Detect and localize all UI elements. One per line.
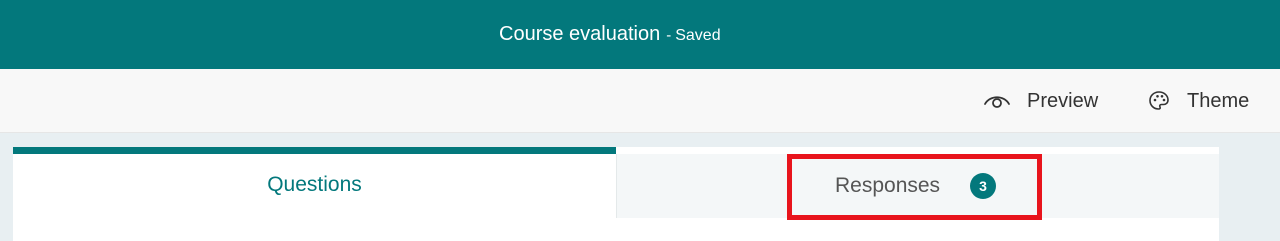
tab-responses-content: Responses 3 bbox=[835, 154, 997, 218]
tab-bar: Questions Responses 3 bbox=[13, 147, 1219, 241]
top-bar: Course evaluation - Saved bbox=[0, 0, 1280, 69]
tab-responses-label: Responses bbox=[835, 174, 941, 197]
eye-icon bbox=[983, 93, 1011, 109]
tab-questions[interactable]: Questions bbox=[13, 147, 616, 218]
theme-label: Theme bbox=[1187, 89, 1250, 112]
save-status: Saved bbox=[675, 27, 721, 44]
preview-button[interactable]: Preview bbox=[983, 69, 1098, 133]
preview-label: Preview bbox=[1027, 89, 1099, 112]
form-title-group: Course evaluation - Saved bbox=[499, 22, 721, 46]
theme-button[interactable]: Theme bbox=[1147, 69, 1249, 133]
tab-questions-label: Questions bbox=[267, 173, 362, 196]
toolbar: Preview Theme bbox=[0, 69, 1280, 133]
palette-icon bbox=[1147, 89, 1171, 113]
responses-count-badge: 3 bbox=[970, 173, 997, 199]
tab-responses[interactable]: Responses 3 bbox=[616, 154, 1219, 218]
title-separator: - bbox=[666, 27, 672, 44]
form-title[interactable]: Course evaluation bbox=[499, 23, 660, 45]
